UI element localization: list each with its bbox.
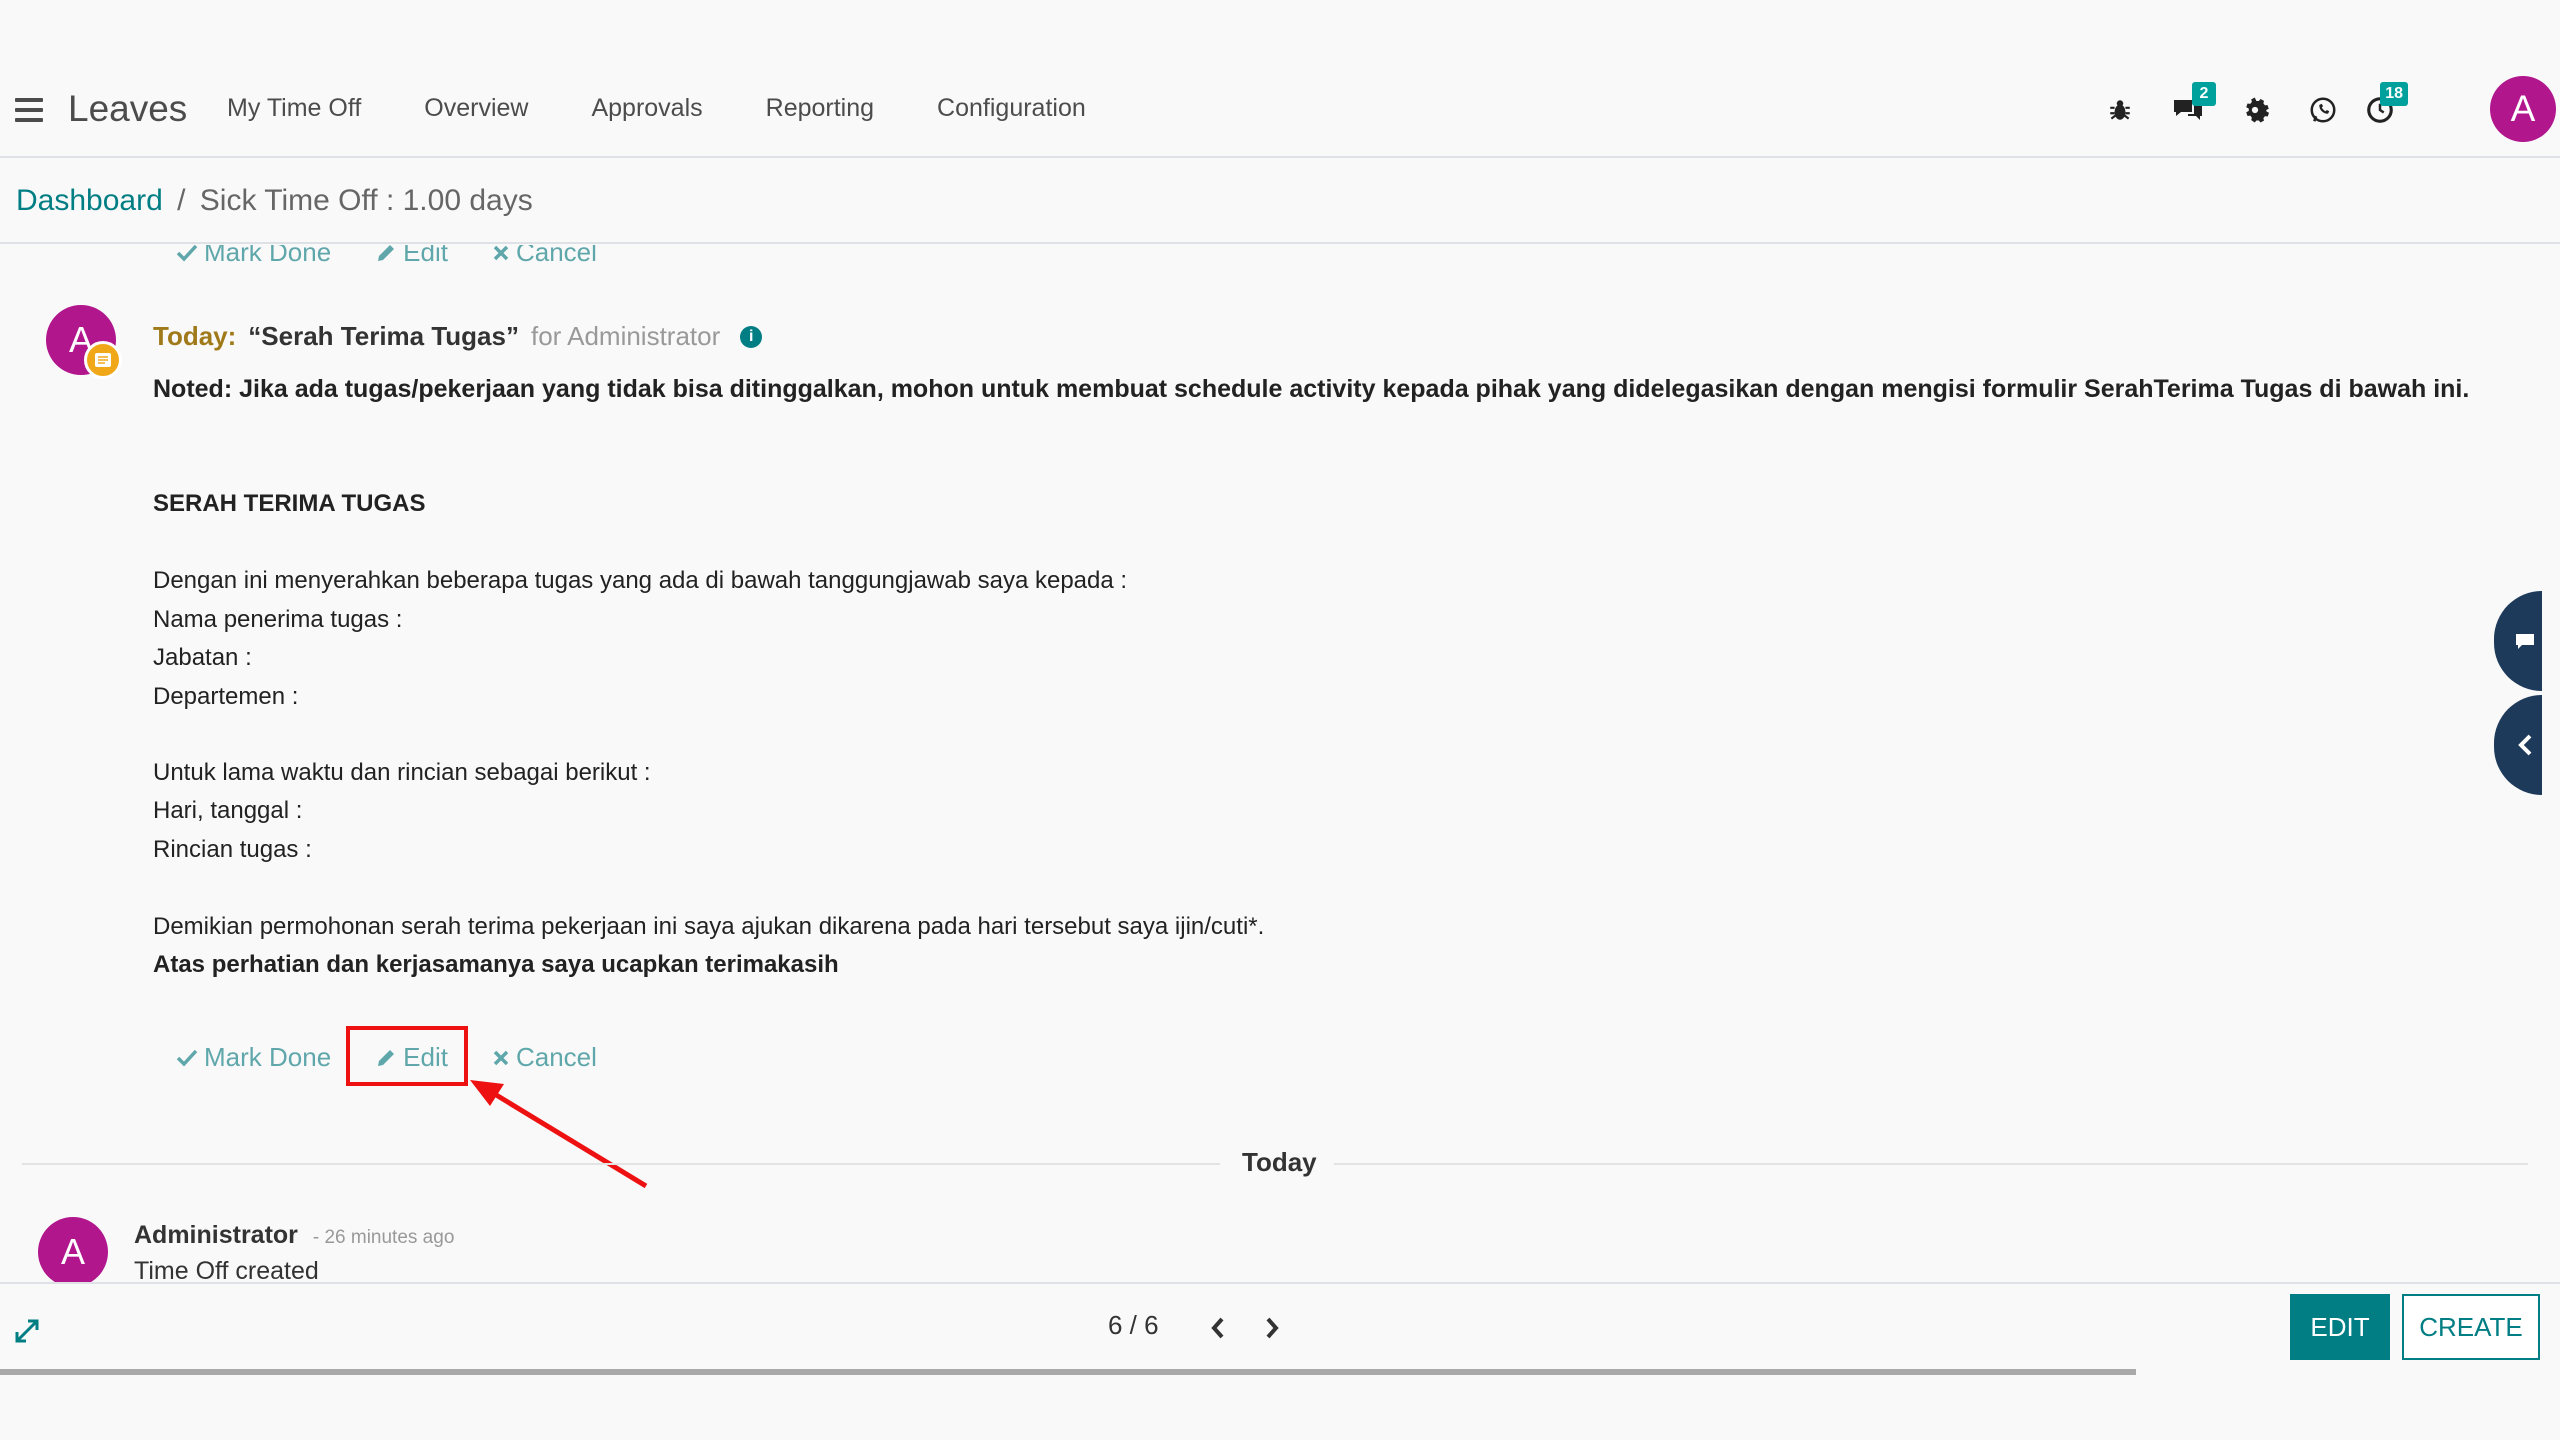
activity-count-badge: 18 bbox=[2380, 82, 2408, 106]
message-author[interactable]: Administrator bbox=[134, 1221, 298, 1249]
activity-type-icon bbox=[84, 341, 122, 379]
app-title[interactable]: Leaves bbox=[68, 88, 187, 130]
pager-value[interactable]: 6 / 6 bbox=[1108, 1310, 1159, 1341]
chatter-content: Mark Done Edit Cancel A Today: “Serah Te… bbox=[0, 245, 2542, 1282]
edit-record-button[interactable]: EDIT bbox=[2290, 1294, 2390, 1360]
gear-icon[interactable] bbox=[2235, 90, 2275, 130]
message-author-avatar[interactable]: A bbox=[38, 1217, 108, 1282]
user-avatar[interactable]: A bbox=[2490, 76, 2556, 142]
activity-header: Today: “Serah Terima Tugas” for Administ… bbox=[153, 321, 763, 352]
pager-previous-button[interactable] bbox=[1200, 1308, 1236, 1348]
message-body: Time Off created bbox=[134, 1257, 319, 1282]
chevron-left-icon bbox=[2518, 734, 2532, 756]
menu-configuration[interactable]: Configuration bbox=[937, 94, 1086, 123]
info-icon[interactable]: i bbox=[740, 325, 763, 348]
check-icon bbox=[176, 1049, 198, 1067]
pager-next-button[interactable] bbox=[1254, 1308, 1290, 1348]
breadcrumb-dashboard-link[interactable]: Dashboard bbox=[16, 184, 163, 217]
hamburger-menu-icon[interactable] bbox=[15, 98, 43, 122]
activity-line: Dengan ini menyerahkan beberapa tugas ya… bbox=[153, 567, 1128, 594]
breadcrumb: Dashboard / Sick Time Off : 1.00 days bbox=[16, 184, 533, 218]
chevron-left-icon bbox=[1211, 1317, 1224, 1339]
cancel-label: Cancel bbox=[515, 245, 597, 267]
bottom-bar: 6 / 6 EDIT CREATE bbox=[0, 1282, 2560, 1374]
chevron-right-icon bbox=[1266, 1317, 1279, 1339]
menu-approvals[interactable]: Approvals bbox=[591, 94, 702, 123]
cancel-button[interactable]: Cancel bbox=[492, 245, 597, 268]
divider-line-left bbox=[22, 1163, 1220, 1165]
cancel-label: Cancel bbox=[515, 1042, 597, 1072]
activity-line: Hari, tanggal : bbox=[153, 797, 303, 824]
horizontal-scrollbar[interactable] bbox=[0, 1369, 2136, 1375]
activity-line: Jabatan : bbox=[153, 644, 252, 671]
activity-assignee: for Administrator bbox=[530, 321, 721, 351]
close-icon bbox=[493, 245, 509, 260]
close-icon bbox=[493, 1050, 509, 1065]
activity-line: Atas perhatian dan kerjasamanya saya uca… bbox=[153, 951, 839, 978]
activity-title: “Serah Terima Tugas” bbox=[248, 321, 519, 351]
activity-line: Departemen : bbox=[153, 683, 299, 710]
menu-my-time-off[interactable]: My Time Off bbox=[227, 94, 361, 123]
chat-bubbles-icon[interactable]: 2 bbox=[2168, 82, 2216, 130]
message-timestamp: - 26 minutes ago bbox=[312, 1227, 455, 1248]
menu-overview[interactable]: Overview bbox=[424, 94, 528, 123]
mark-done-label: Mark Done bbox=[204, 1042, 332, 1072]
control-panel: Dashboard / Sick Time Off : 1.00 days bbox=[0, 160, 2560, 244]
menu-reporting[interactable]: Reporting bbox=[766, 94, 874, 123]
activity-note: Noted: Jika ada tugas/pekerjaan yang tid… bbox=[153, 375, 2470, 403]
systray: 2 18 A bbox=[2100, 76, 2560, 142]
top-navbar: Leaves My Time Off Overview Approvals Re… bbox=[0, 0, 2560, 158]
activity-line: Rincian tugas : bbox=[153, 836, 312, 863]
mark-done-button[interactable]: Mark Done bbox=[176, 1042, 331, 1073]
clock-icon[interactable]: 18 bbox=[2360, 82, 2408, 130]
collapse-side-tab[interactable] bbox=[2494, 695, 2542, 795]
activity-line: Demikian permohonan serah terima pekerja… bbox=[153, 913, 1265, 940]
edit-label: Edit bbox=[403, 245, 448, 267]
main-menu: My Time Off Overview Approvals Reporting… bbox=[227, 94, 1149, 123]
whatsapp-icon[interactable] bbox=[2303, 90, 2343, 130]
edit-highlight-box bbox=[346, 1026, 468, 1086]
breadcrumb-current: Sick Time Off : 1.00 days bbox=[199, 184, 533, 217]
activity-heading: SERAH TERIMA TUGAS bbox=[153, 490, 426, 517]
mark-done-label: Mark Done bbox=[204, 245, 332, 267]
breadcrumb-separator: / bbox=[177, 184, 186, 217]
messages-count-badge: 2 bbox=[2192, 82, 2216, 106]
annotation-arrow-icon bbox=[470, 1080, 648, 1189]
create-record-button[interactable]: CREATE bbox=[2402, 1294, 2540, 1360]
chat-side-tab[interactable] bbox=[2494, 591, 2542, 691]
bug-icon[interactable] bbox=[2100, 90, 2140, 130]
divider-line-right bbox=[1334, 1163, 2528, 1165]
expand-icon[interactable] bbox=[14, 1318, 40, 1349]
cancel-button[interactable]: Cancel bbox=[492, 1042, 597, 1073]
message-header: Administrator - 26 minutes ago bbox=[134, 1221, 454, 1250]
activity-due-label: Today: bbox=[153, 321, 237, 351]
date-divider-label: Today bbox=[1242, 1147, 1317, 1177]
mark-done-button[interactable]: Mark Done bbox=[176, 245, 331, 268]
check-icon bbox=[176, 245, 198, 262]
previous-activity-actions: Mark Done Edit Cancel bbox=[176, 245, 641, 268]
activity-line: Nama penerima tugas : bbox=[153, 606, 403, 633]
pencil-icon bbox=[378, 245, 395, 261]
chat-icon bbox=[2516, 634, 2534, 649]
edit-button[interactable]: Edit bbox=[375, 245, 448, 268]
activity-line: Untuk lama waktu dan rincian sebagai ber… bbox=[153, 759, 651, 786]
